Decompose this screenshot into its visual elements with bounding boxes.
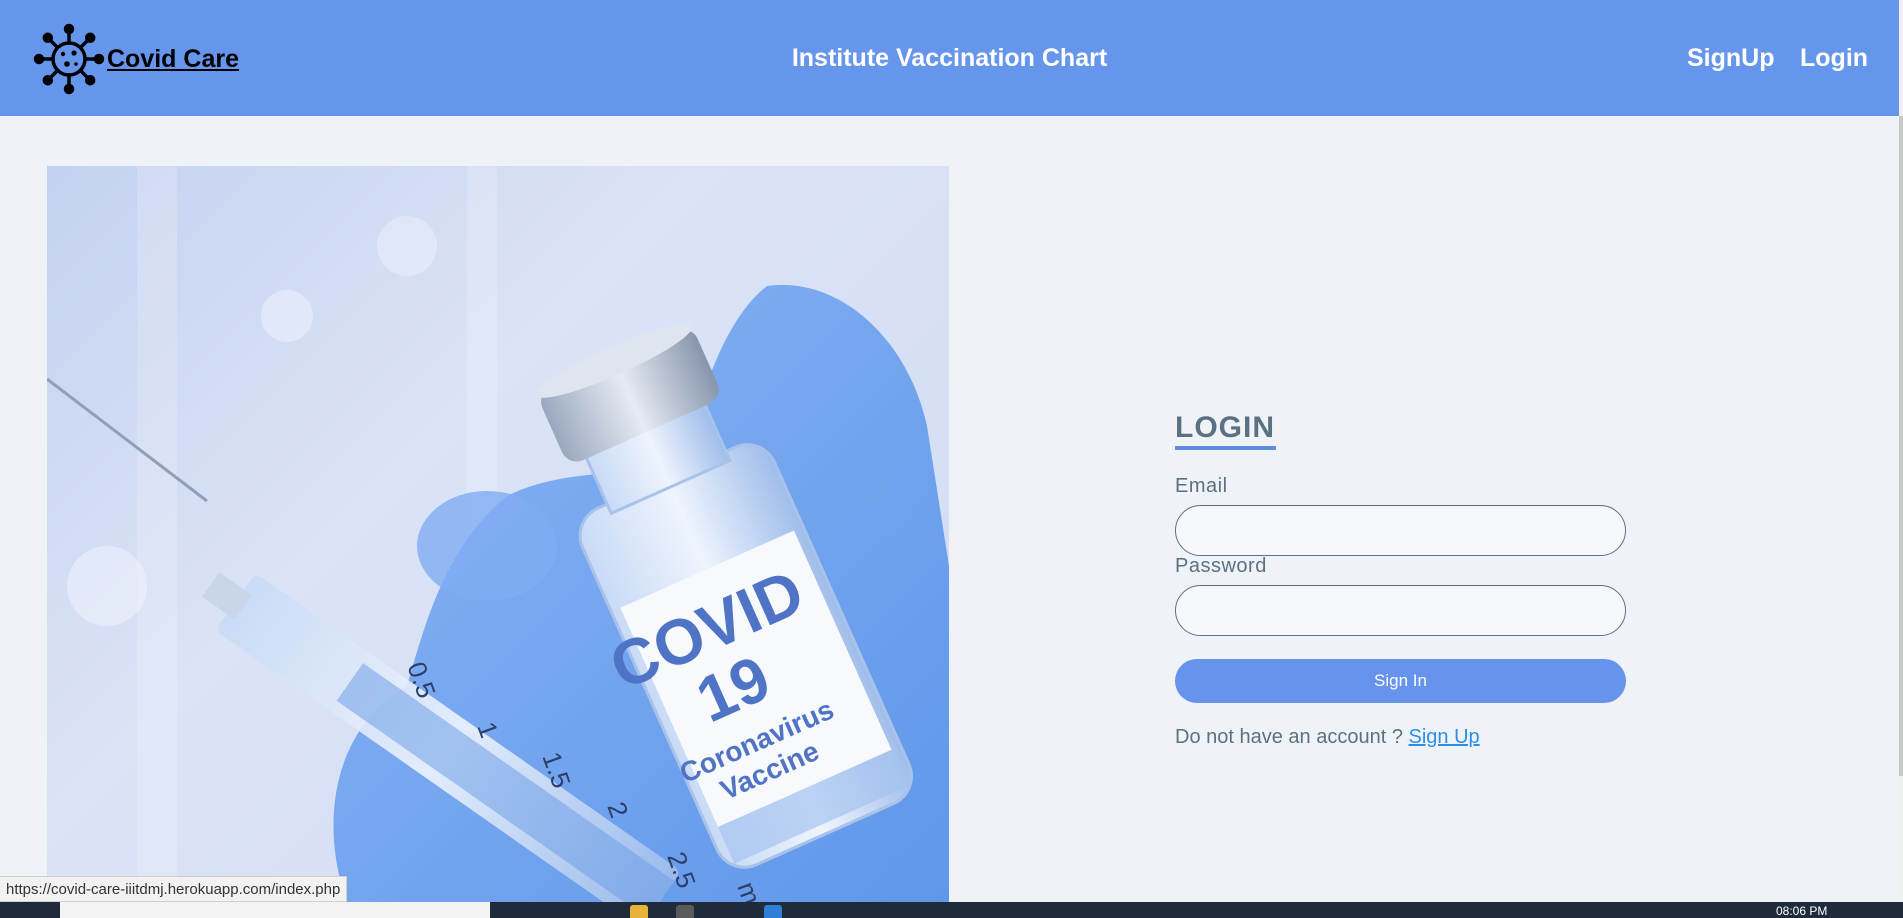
nav-signup-link[interactable]: SignUp	[1687, 44, 1775, 73]
page-title: Institute Vaccination Chart	[791, 44, 1108, 72]
file-explorer-icon[interactable]	[630, 905, 648, 918]
status-bar-url: https://covid-care-iiitdmj.herokuapp.com…	[0, 876, 348, 902]
taskbar-clock: 08:06 PM	[1776, 904, 1828, 918]
login-heading-underline	[1175, 446, 1276, 450]
os-taskbar: 08:06 PM	[0, 902, 1903, 918]
edge-icon[interactable]	[764, 905, 782, 918]
taskbar-search-box[interactable]	[60, 902, 490, 918]
vaccine-hero-image: 0.5 1 1.5 2 2.5 ml COVID 19 Coronavirus …	[47, 166, 949, 903]
scrollbar-thumb[interactable]	[1899, 116, 1903, 776]
email-field[interactable]	[1175, 505, 1626, 556]
password-field[interactable]	[1175, 585, 1626, 636]
login-heading: LOGIN	[1175, 411, 1275, 444]
navbar: Covid Care Institute Vaccination Chart S…	[0, 0, 1899, 116]
chrome-icon[interactable]	[676, 905, 694, 918]
sign-in-button[interactable]: Sign In	[1175, 659, 1626, 703]
signup-link[interactable]: Sign Up	[1409, 726, 1480, 748]
no-account-text: Do not have an account ?	[1175, 726, 1403, 748]
nav-login-link[interactable]: Login	[1800, 44, 1868, 73]
vaccine-illustration: 0.5 1 1.5 2 2.5 ml COVID 19 Coronavirus …	[47, 166, 949, 903]
page-scrollbar[interactable]	[1899, 0, 1903, 900]
password-label: Password	[1175, 555, 1267, 577]
email-label: Email	[1175, 475, 1228, 497]
signup-prompt: Do not have an account ? Sign Up	[1175, 726, 1480, 749]
